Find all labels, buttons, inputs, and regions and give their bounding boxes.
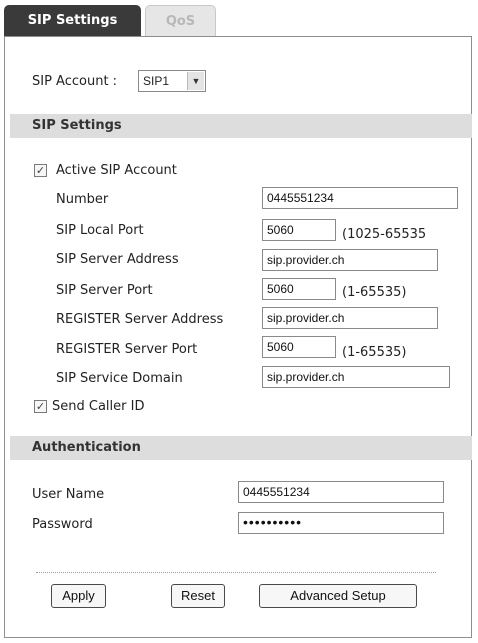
sip-account-select[interactable]: SIP1 ▼ [138,70,206,92]
chevron-down-icon: ▼ [187,72,204,90]
sip-local-port-label: SIP Local Port [56,223,144,238]
user-name-label: User Name [32,487,105,502]
check-icon: ✓ [35,164,46,177]
sip-service-domain-input[interactable]: sip.provider.ch [262,366,450,388]
register-server-port-input[interactable]: 5060 [262,336,336,358]
sip-server-port-hint: (1-65535) [342,285,407,300]
active-sip-account-checkbox[interactable]: ✓ [34,164,47,177]
section-header-sip-settings: SIP Settings [10,114,472,138]
dotted-divider [36,572,436,573]
sip-local-port-hint: (1025-65535 [342,227,427,242]
check-icon: ✓ [35,400,46,413]
sip-server-port-label: SIP Server Port [56,283,153,298]
sip-account-value: SIP1 [143,74,170,88]
advanced-setup-button[interactable]: Advanced Setup [259,584,417,608]
send-caller-id-checkbox[interactable]: ✓ [34,400,47,413]
register-server-address-input[interactable]: sip.provider.ch [262,307,438,329]
active-sip-account-label: Active SIP Account [56,163,177,178]
number-input[interactable]: 0445551234 [262,187,458,209]
password-input[interactable]: •••••••••• [238,512,444,534]
register-server-port-label: REGISTER Server Port [56,342,198,357]
sip-server-port-input[interactable]: 5060 [262,278,336,300]
sip-local-port-input[interactable]: 5060 [262,219,336,241]
password-label: Password [32,517,93,532]
number-label: Number [56,192,109,207]
register-server-address-label: REGISTER Server Address [56,312,224,327]
send-caller-id-label: Send Caller ID [52,399,145,414]
sip-server-address-label: SIP Server Address [56,252,179,267]
apply-button[interactable]: Apply [51,584,106,608]
sip-account-label: SIP Account : [32,74,118,89]
register-server-port-hint: (1-65535) [342,345,407,360]
tab-qos[interactable]: QoS [145,5,216,37]
sip-service-domain-label: SIP Service Domain [56,371,183,386]
section-header-authentication: Authentication [10,436,472,460]
sip-server-address-input[interactable]: sip.provider.ch [262,249,438,271]
reset-button[interactable]: Reset [171,584,225,608]
user-name-input[interactable]: 0445551234 [238,481,444,503]
tab-sip-settings[interactable]: SIP Settings [4,5,141,37]
